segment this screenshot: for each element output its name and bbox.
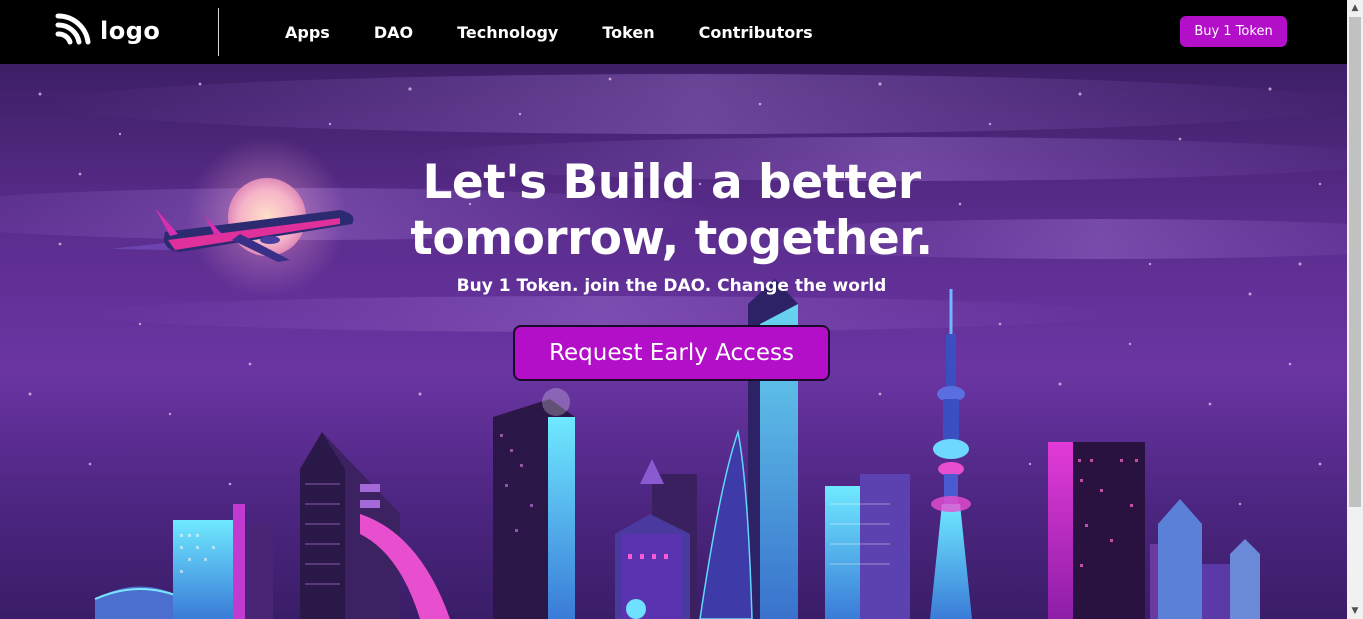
hero-section: Let's Build a better tomorrow, together.…	[0, 64, 1347, 619]
buy-token-button[interactable]: Buy 1 Token	[1180, 16, 1287, 47]
hero-title-line-1: Let's Build a better	[422, 155, 921, 210]
nav-links: Apps DAO Technology Token Contributors	[263, 0, 835, 64]
arrow-up-icon[interactable]: ▲	[1347, 0, 1363, 16]
logo-text: logo	[100, 17, 161, 45]
nav-link-apps[interactable]: Apps	[263, 23, 352, 42]
scrollbar-thumb[interactable]	[1349, 17, 1361, 507]
nav-link-technology[interactable]: Technology	[435, 23, 580, 42]
hero-subtitle: Buy 1 Token. join the DAO. Change the wo…	[456, 276, 887, 296]
hero-title-line-2: tomorrow, together.	[410, 211, 933, 266]
page-scrollbar[interactable]: ▲ ▼	[1347, 0, 1363, 619]
nav-link-token[interactable]: Token	[580, 23, 676, 42]
nav-divider	[218, 8, 219, 56]
wifi-arcs-icon	[54, 12, 92, 50]
request-early-access-button[interactable]: Request Early Access	[513, 325, 830, 381]
hero-title: Let's Build a better tomorrow, together.	[0, 155, 1343, 267]
nav-link-dao[interactable]: DAO	[352, 23, 435, 42]
top-navbar: logo Apps DAO Technology Token Contribut…	[0, 0, 1347, 64]
nav-link-contributors[interactable]: Contributors	[677, 23, 835, 42]
arrow-down-icon[interactable]: ▼	[1347, 603, 1363, 619]
logo[interactable]: logo	[54, 12, 160, 50]
